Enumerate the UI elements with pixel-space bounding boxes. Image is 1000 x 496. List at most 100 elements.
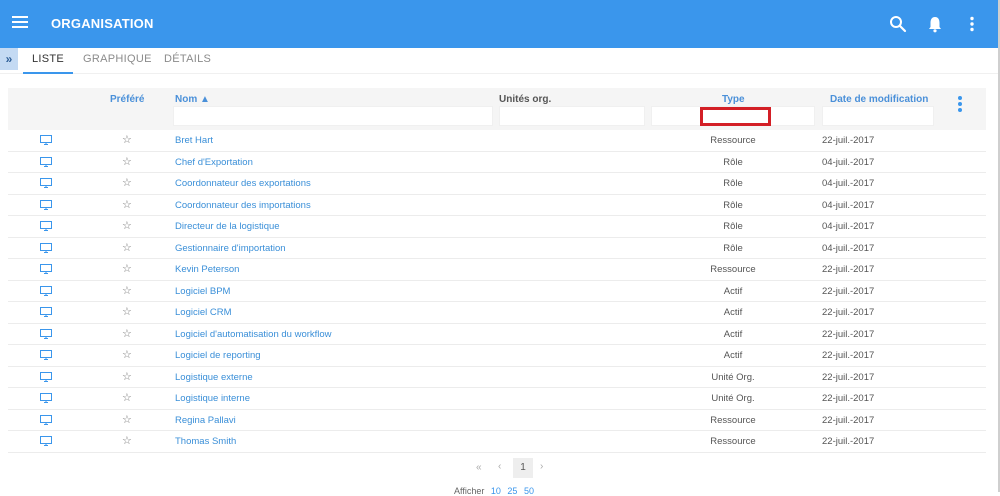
row-type: Rôle bbox=[723, 242, 743, 254]
row-name-link[interactable]: Logiciel BPM bbox=[175, 286, 230, 297]
star-icon[interactable]: ☆ bbox=[122, 391, 132, 404]
row-type: Ressource bbox=[710, 414, 756, 426]
row-date: 22-juil.-2017 bbox=[822, 264, 875, 275]
row-name-link[interactable]: Logistique externe bbox=[175, 372, 253, 383]
row-name-link[interactable]: Directeur de la logistique bbox=[175, 221, 280, 232]
monitor-icon[interactable] bbox=[40, 328, 52, 339]
tab-liste[interactable]: LISTE bbox=[22, 53, 74, 74]
monitor-icon[interactable] bbox=[40, 436, 52, 446]
page-size-option[interactable]: 10 bbox=[491, 486, 501, 496]
row-name-link[interactable]: Coordonnateur des exportations bbox=[175, 178, 311, 189]
header-type[interactable]: Type bbox=[722, 94, 745, 105]
table-row[interactable]: ☆ Regina Pallavi Ressource 22-juil.-2017 bbox=[8, 410, 986, 431]
row-date: 04-juil.-2017 bbox=[822, 156, 875, 168]
table-row[interactable]: ☆ Thomas Smith Ressource 22-juil.-2017 bbox=[8, 431, 986, 453]
date-filter-input[interactable] bbox=[822, 106, 934, 126]
table-row[interactable]: ☆ Logiciel de reporting Actif 22-juil.-2017 bbox=[8, 345, 986, 367]
row-date: 04-juil.-2017 bbox=[822, 242, 875, 254]
header-date[interactable]: Date de modification bbox=[830, 94, 928, 105]
monitor-icon[interactable] bbox=[40, 371, 52, 382]
star-icon[interactable]: ☆ bbox=[122, 241, 132, 254]
monitor-icon[interactable] bbox=[40, 414, 52, 425]
next-page-icon[interactable]: › bbox=[540, 461, 543, 472]
table-row[interactable]: ☆ Coordonnateur des importations Rôle 04-ju… bbox=[8, 195, 986, 216]
row-name-link[interactable]: Logiciel de reporting bbox=[175, 350, 261, 361]
row-date: 22-juil.-2017 bbox=[822, 414, 875, 426]
star-icon[interactable]: ☆ bbox=[122, 434, 132, 447]
row-name-link[interactable]: Coordonnateur des importations bbox=[175, 200, 311, 211]
row-type: Rôle bbox=[723, 156, 743, 168]
row-name-link[interactable]: Logistique interne bbox=[175, 393, 250, 404]
star-icon[interactable]: ☆ bbox=[122, 219, 132, 232]
page-number[interactable]: 1 bbox=[513, 458, 533, 478]
tab-graphique[interactable]: GRAPHIQUE bbox=[83, 53, 152, 73]
star-icon[interactable]: ☆ bbox=[122, 262, 132, 275]
monitor-icon[interactable] bbox=[40, 307, 52, 317]
monitor-icon[interactable] bbox=[40, 135, 52, 145]
row-type: Ressource bbox=[710, 264, 756, 275]
table-row[interactable]: ☆ Gestionnaire d'importation Rôle 04-juil.-… bbox=[8, 238, 986, 259]
monitor-icon[interactable] bbox=[40, 264, 52, 274]
monitor-icon[interactable] bbox=[40, 285, 52, 296]
page-size-option[interactable]: 50 bbox=[524, 486, 534, 496]
row-type: Rôle bbox=[723, 178, 743, 189]
star-icon[interactable]: ☆ bbox=[122, 348, 132, 361]
monitor-icon[interactable] bbox=[40, 221, 52, 231]
row-name-link[interactable]: Thomas Smith bbox=[175, 436, 236, 447]
table-row[interactable]: ☆ Logistique externe Unité Org. 22-juil.-20… bbox=[8, 367, 986, 388]
table-row[interactable]: ☆ Logiciel CRM Actif 22-juil.-2017 bbox=[8, 302, 986, 324]
table-row[interactable]: ☆ Chef d'Exportation Rôle 04-juil.-2017 bbox=[8, 152, 986, 173]
table-header: Préféré Nom ▲ Unités org. Type Date de m… bbox=[8, 88, 986, 130]
monitor-icon[interactable] bbox=[40, 393, 52, 403]
monitor-icon[interactable] bbox=[40, 242, 52, 253]
star-icon[interactable]: ☆ bbox=[122, 305, 132, 318]
table-row[interactable]: ☆ Coordonnateur des exportations Rôle 04-ju… bbox=[8, 173, 986, 195]
star-icon[interactable]: ☆ bbox=[122, 370, 132, 383]
table-row[interactable]: ☆ Logiciel BPM Actif 22-juil.-2017 bbox=[8, 281, 986, 302]
star-icon[interactable]: ☆ bbox=[122, 413, 132, 426]
header-favorite[interactable]: Préféré bbox=[110, 94, 144, 105]
star-icon[interactable]: ☆ bbox=[122, 155, 132, 168]
expand-panel-icon[interactable]: » bbox=[0, 48, 18, 70]
monitor-icon[interactable] bbox=[40, 178, 52, 188]
table-row[interactable]: ☆ Directeur de la logistique Rôle 04-juil.-… bbox=[8, 216, 986, 238]
bell-icon[interactable] bbox=[925, 14, 945, 34]
row-type: Actif bbox=[723, 328, 743, 340]
page-size-selector: Afficher 10 25 50 bbox=[454, 486, 534, 496]
tab-details[interactable]: DÉTAILS bbox=[164, 53, 211, 73]
column-options-icon[interactable] bbox=[957, 96, 963, 114]
star-icon[interactable]: ☆ bbox=[122, 176, 132, 189]
name-filter-input[interactable] bbox=[173, 106, 493, 126]
row-date: 22-juil.-2017 bbox=[822, 328, 875, 340]
row-name-link[interactable]: Chef d'Exportation bbox=[175, 157, 253, 168]
units-filter-input[interactable] bbox=[499, 106, 645, 126]
monitor-icon[interactable] bbox=[40, 350, 52, 360]
row-type: Actif bbox=[723, 350, 743, 361]
star-icon[interactable]: ☆ bbox=[122, 133, 132, 146]
monitor-icon[interactable] bbox=[40, 199, 52, 210]
star-icon[interactable]: ☆ bbox=[122, 284, 132, 297]
table-row[interactable]: ☆ Bret Hart Ressource 22-juil.-2017 bbox=[8, 130, 986, 152]
table-row[interactable]: ☆ Kevin Peterson Ressource 22-juil.-2017 bbox=[8, 259, 986, 281]
row-date: 04-juil.-2017 bbox=[822, 221, 875, 232]
row-date: 22-juil.-2017 bbox=[822, 135, 875, 146]
first-page-icon[interactable]: « bbox=[476, 462, 482, 473]
row-name-link[interactable]: Gestionnaire d'importation bbox=[175, 243, 286, 254]
star-icon[interactable]: ☆ bbox=[122, 198, 132, 211]
page-size-option[interactable]: 25 bbox=[507, 486, 517, 496]
search-icon[interactable] bbox=[888, 14, 908, 34]
row-name-link[interactable]: Kevin Peterson bbox=[175, 264, 239, 275]
table-row[interactable]: ☆ Logiciel d'automatisation du workflow Ac… bbox=[8, 324, 986, 345]
row-date: 22-juil.-2017 bbox=[822, 436, 875, 447]
menu-icon[interactable] bbox=[12, 16, 28, 30]
prev-page-icon[interactable]: ‹ bbox=[498, 461, 501, 472]
monitor-icon[interactable] bbox=[40, 156, 52, 167]
table-row[interactable]: ☆ Logistique interne Unité Org. 22-juil.-20… bbox=[8, 388, 986, 410]
row-name-link[interactable]: Logiciel d'automatisation du workflow bbox=[175, 329, 332, 340]
header-name[interactable]: Nom ▲ bbox=[175, 94, 210, 105]
star-icon[interactable]: ☆ bbox=[122, 327, 132, 340]
more-vertical-icon[interactable] bbox=[962, 14, 982, 34]
row-name-link[interactable]: Logiciel CRM bbox=[175, 307, 232, 318]
row-name-link[interactable]: Bret Hart bbox=[175, 135, 213, 146]
row-name-link[interactable]: Regina Pallavi bbox=[175, 415, 236, 426]
